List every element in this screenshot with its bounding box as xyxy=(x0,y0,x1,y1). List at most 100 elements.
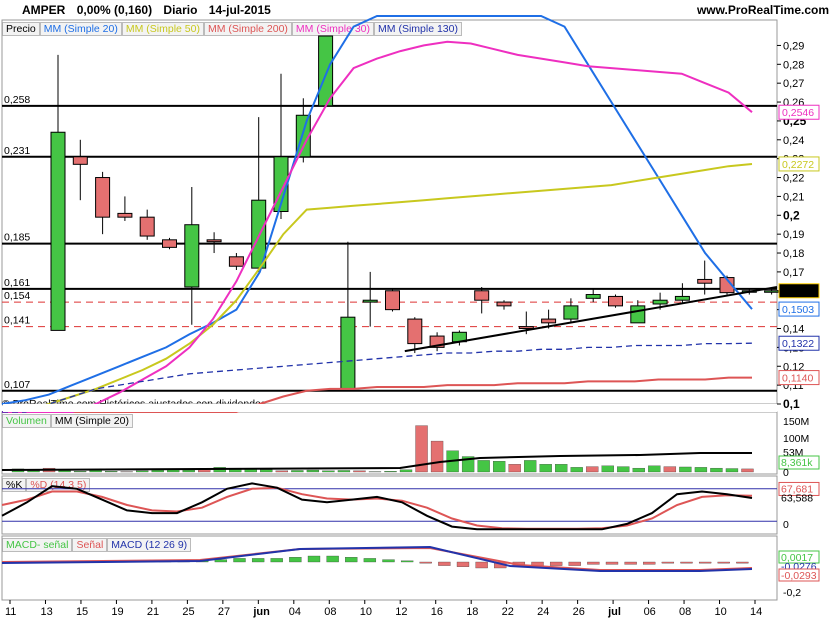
candle-body xyxy=(541,318,557,324)
volume-bar xyxy=(694,467,708,473)
candle-body xyxy=(340,316,356,390)
volume-bar xyxy=(539,464,552,473)
candle-body xyxy=(385,290,400,311)
volume-axis-label: 100M xyxy=(783,433,809,445)
volume-bar xyxy=(260,469,273,473)
price-axis-label: 0,19 xyxy=(783,229,804,241)
macd-histogram-bar xyxy=(698,561,712,564)
macd-histogram-bar xyxy=(661,561,675,564)
price-axis-label: 0,21 xyxy=(783,191,804,203)
price-axis-label: 0,27 xyxy=(783,78,804,90)
candle-body xyxy=(95,177,111,218)
value-badge-label: 0,160 xyxy=(782,286,808,298)
price-axis-label: 0,17 xyxy=(783,267,804,279)
candle-body xyxy=(362,299,378,303)
price-axis-label: 0,14 xyxy=(783,324,804,336)
price-axis-label: 0,29 xyxy=(783,40,804,52)
volume-axis-label: 150M xyxy=(783,416,809,428)
x-axis-label: 10 xyxy=(715,606,727,618)
x-axis-label: 16 xyxy=(431,606,443,618)
volume-bar xyxy=(322,470,335,473)
candle-body xyxy=(518,326,534,330)
candle-body xyxy=(162,239,177,248)
price-axis-label: 0,18 xyxy=(783,248,804,260)
candle-body xyxy=(630,305,646,324)
level-label: 0,154 xyxy=(4,290,30,302)
volume-bar xyxy=(725,468,739,473)
candle-body xyxy=(585,294,601,299)
x-axis-label: 06 xyxy=(644,606,656,618)
x-axis-label: 13 xyxy=(40,606,52,618)
moving-average-line xyxy=(2,40,753,413)
value-badge-label: 0,1503 xyxy=(782,304,814,316)
value-badge-label: 0,2272 xyxy=(782,159,814,171)
macd-histogram-bar xyxy=(363,558,377,563)
level-label: 0,141 xyxy=(4,315,30,327)
x-axis-label: jun xyxy=(252,606,270,618)
volume-bar xyxy=(384,471,397,473)
macd-histogram-bar xyxy=(549,561,563,566)
candle-body xyxy=(407,318,423,345)
volume-panel-frame xyxy=(1,411,778,475)
level-label: 0,258 xyxy=(4,94,30,106)
macd-histogram-bar xyxy=(307,555,321,563)
stoch-d-line xyxy=(1,486,753,530)
macd-histogram-bar xyxy=(270,558,283,563)
candle-body xyxy=(206,239,222,243)
candle-body xyxy=(674,295,690,301)
volume-bar xyxy=(337,470,351,473)
volume-bar xyxy=(617,466,630,473)
volume-bar xyxy=(291,470,304,473)
candle-body xyxy=(652,299,668,305)
level-label: 0,185 xyxy=(4,232,30,244)
volume-bar xyxy=(151,469,164,473)
price-axis-label: 0,1 xyxy=(783,397,800,411)
volume-bar xyxy=(601,465,614,473)
candle-body xyxy=(697,278,713,284)
volume-bar xyxy=(73,471,87,473)
price-panel-frame xyxy=(1,19,778,405)
volume-bar xyxy=(182,469,195,473)
stoch-panel-frame xyxy=(1,475,778,535)
price-axis-label: 0,22 xyxy=(783,173,804,185)
macd-histogram-bar xyxy=(605,561,619,565)
price-axis-label: 0,28 xyxy=(783,59,804,71)
stoch-axis-label: 63,588 xyxy=(781,493,813,505)
macd-histogram-bar xyxy=(400,560,414,563)
macd-axis-label: -0,0293 xyxy=(781,570,817,582)
volume-bar xyxy=(555,464,568,473)
candle-body xyxy=(318,35,334,107)
macd-histogram-bar xyxy=(643,561,656,565)
volume-bar xyxy=(570,467,583,473)
macd-histogram-bar xyxy=(587,561,600,565)
x-axis-label: 24 xyxy=(537,606,549,618)
volume-bar xyxy=(477,460,490,473)
volume-bar xyxy=(306,469,320,473)
volume-bar xyxy=(430,440,444,473)
stock-chart[interactable]: 0,290,280,270,260,250,240,230,220,210,20… xyxy=(0,0,835,620)
candle-body xyxy=(184,224,200,288)
volume-bar xyxy=(710,467,723,473)
macd-histogram-bar xyxy=(382,559,395,563)
macd-histogram-bar xyxy=(736,561,749,564)
volume-bar xyxy=(679,466,692,473)
volume-bar xyxy=(524,460,537,473)
macd-line xyxy=(1,545,753,572)
x-axis-label: 15 xyxy=(76,606,88,618)
macd-histogram-bar xyxy=(345,557,358,563)
volume-bar xyxy=(492,461,506,473)
x-axis-label: 18 xyxy=(466,606,478,618)
volume-bar xyxy=(399,469,413,473)
x-axis-label: 26 xyxy=(573,606,585,618)
stoch-axis-label: 0 xyxy=(783,519,789,531)
value-badge-label: 0,2546 xyxy=(782,107,814,119)
volume-ma-line xyxy=(1,452,752,471)
volume-bar xyxy=(508,464,521,473)
price-axis-label: 0,24 xyxy=(783,135,804,147)
x-axis-label: 12 xyxy=(395,606,407,618)
macd-histogram-bar xyxy=(624,561,637,565)
volume-bar xyxy=(632,467,645,473)
x-axis-label: 21 xyxy=(147,606,159,618)
volume-bar xyxy=(663,466,677,473)
candle-body xyxy=(496,301,512,307)
